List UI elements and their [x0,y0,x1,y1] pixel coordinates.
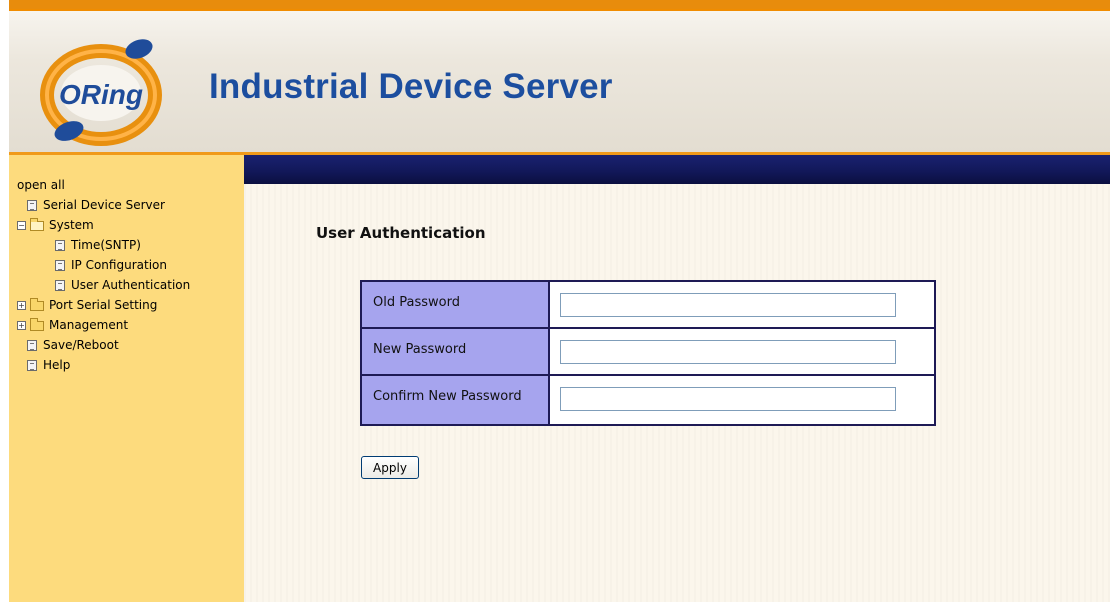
open-all-link[interactable]: open all [17,177,65,193]
old-password-input[interactable] [560,293,896,317]
sidebar-item-help[interactable]: Help [27,357,70,373]
document-icon [55,240,65,251]
top-nav-bar [244,155,1110,184]
sidebar-item-label: Serial Device Server [43,198,165,212]
oring-logo: ORing [40,39,162,146]
page-header: ORing Industrial Device Server [9,9,1110,155]
document-icon [27,200,37,211]
sidebar-item-system[interactable]: − System [17,217,94,233]
logo-text: ORing [59,79,143,110]
folder-icon [30,317,44,331]
form-value-cell [550,376,934,424]
open-folder-icon [30,217,44,231]
left-margin [0,0,9,602]
sidebar-item-user-authentication[interactable]: User Authentication [55,277,190,293]
form-row-new-password: New Password [362,329,934,376]
sidebar-item-label: User Authentication [71,278,191,292]
form-value-cell [550,282,934,327]
sidebar-item-label: IP Configuration [71,258,167,272]
sidebar-item-time-sntp[interactable]: Time(SNTP) [55,237,141,253]
app-title: Industrial Device Server [209,67,613,106]
sidebar-item-label: Time(SNTP) [71,238,141,252]
new-password-input[interactable] [560,340,896,364]
apply-button[interactable]: Apply [361,456,419,479]
sidebar-item-label: Port Serial Setting [49,298,158,312]
form-row-old-password: Old Password [362,282,934,329]
main-content: User Authentication Old Password New Pas… [244,184,1110,602]
page-title: User Authentication [316,224,486,242]
sidebar-item-port-serial-setting[interactable]: + Port Serial Setting [17,297,157,313]
document-icon [27,360,37,371]
confirm-password-label: Confirm New Password [362,376,550,424]
expand-icon[interactable]: + [17,321,26,330]
sidebar-item-label: Save/Reboot [43,338,119,352]
password-form-table: Old Password New Password Confirm New Pa… [360,280,936,426]
sidebar-item-serial-device-server[interactable]: Serial Device Server [27,197,165,213]
document-icon [55,260,65,271]
form-value-cell [550,329,934,374]
folder-icon [30,297,44,311]
sidebar-item-label: System [49,218,94,232]
old-password-label: Old Password [362,282,550,327]
collapse-icon[interactable]: − [17,221,26,230]
form-row-confirm-password: Confirm New Password [362,376,934,424]
sidebar-item-save-reboot[interactable]: Save/Reboot [27,337,119,353]
new-password-label: New Password [362,329,550,374]
sidebar-item-ip-configuration[interactable]: IP Configuration [55,257,167,273]
sidebar-item-management[interactable]: + Management [17,317,128,333]
expand-icon[interactable]: + [17,301,26,310]
confirm-password-input[interactable] [560,387,896,411]
document-icon [27,340,37,351]
sidebar-item-label: Management [49,318,129,332]
document-icon [55,280,65,291]
sidebar-item-label: Help [43,358,71,372]
sidebar: open all Serial Device Server − System Ti… [9,155,247,602]
